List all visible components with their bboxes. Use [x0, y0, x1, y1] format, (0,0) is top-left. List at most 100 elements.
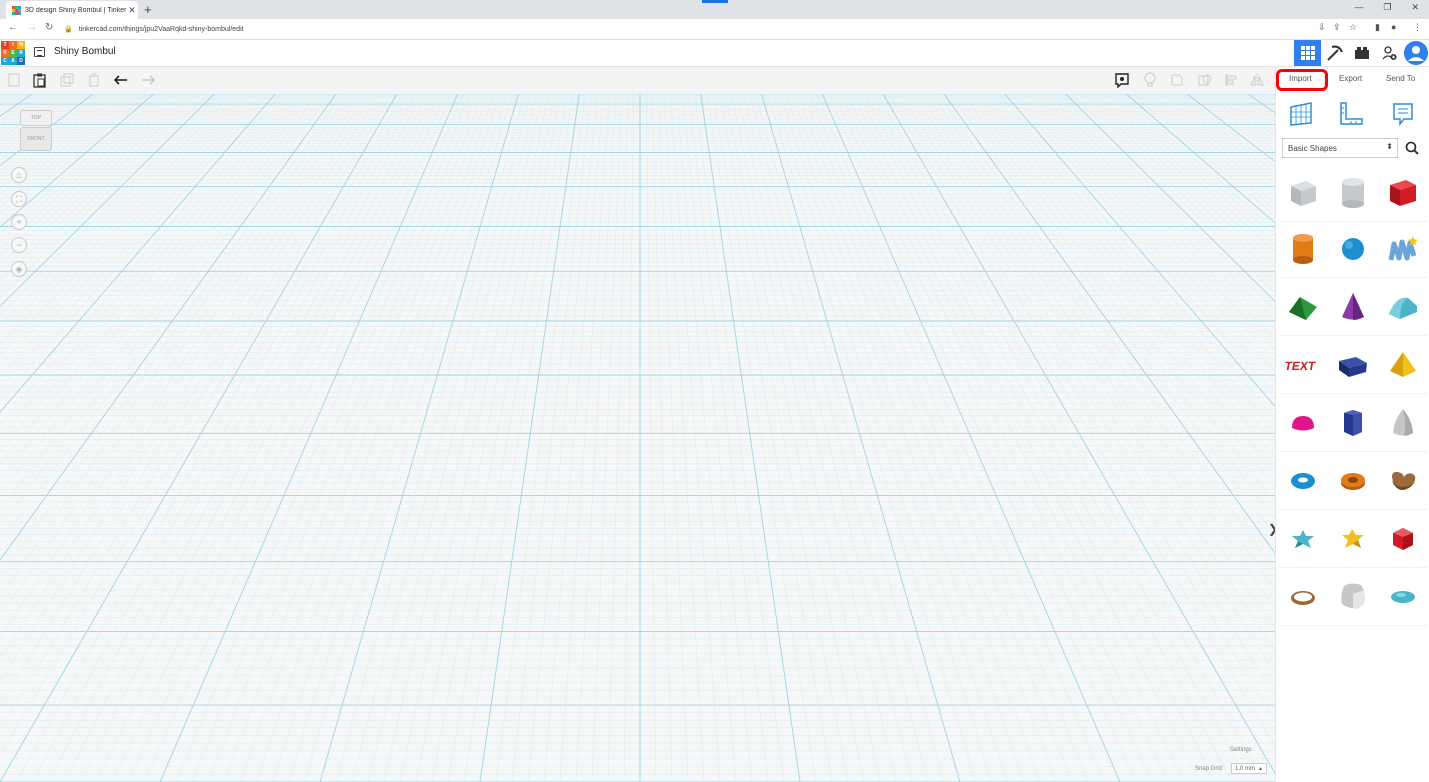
close-tab-icon[interactable]: ✕: [126, 5, 138, 16]
shape-wedge[interactable]: [1330, 337, 1376, 392]
delete-button[interactable]: [86, 72, 102, 88]
side-panel-icon[interactable]: ▮: [1375, 22, 1380, 33]
shape-box[interactable]: [1380, 165, 1426, 220]
half-sphere-icon: [1292, 415, 1314, 430]
ruler-tool-button[interactable]: [1338, 101, 1364, 127]
address-bar[interactable]: 🔒 tinkercad.com/things/jpu2VaaRqkd-shiny…: [64, 22, 1304, 36]
shape-half-sphere[interactable]: [1280, 395, 1326, 450]
cone-icon: [1342, 292, 1364, 320]
notes-tool-button[interactable]: [1390, 101, 1416, 127]
shape-text[interactable]: TEXT: [1280, 337, 1326, 392]
minimize-icon[interactable]: —: [1354, 2, 1363, 13]
share-icon[interactable]: ⇪: [1333, 22, 1341, 33]
shape-box-hole[interactable]: [1280, 165, 1326, 220]
shape-cylinder-hole[interactable]: [1330, 165, 1376, 220]
browser-toolbar: ← → ↻ 🔒 tinkercad.com/things/jpu2VaaRqkd…: [0, 19, 1429, 40]
import-button[interactable]: Import: [1289, 74, 1312, 83]
workplane-icon: [1290, 102, 1312, 126]
brick-icon: [1354, 47, 1369, 59]
align-button[interactable]: [1223, 72, 1239, 88]
shape-sphere[interactable]: [1330, 221, 1376, 276]
send-to-button[interactable]: Send To: [1386, 74, 1415, 83]
shape-shape-generator[interactable]: [1330, 569, 1376, 624]
home-view-icon[interactable]: ⌂: [11, 167, 27, 183]
shape-scribble[interactable]: [1380, 221, 1426, 276]
reload-icon[interactable]: ↻: [45, 22, 53, 33]
shape-star-gold[interactable]: [1330, 511, 1376, 566]
3d-view-button[interactable]: [1294, 40, 1321, 66]
light-button[interactable]: [1142, 72, 1158, 88]
design-menu-icon[interactable]: [34, 47, 45, 57]
mirror-button[interactable]: [1249, 72, 1265, 88]
align-icon: [1225, 74, 1237, 86]
tinkercad-logo[interactable]: T I N K E R C A D: [1, 41, 25, 65]
search-icon: [1405, 141, 1419, 155]
box-hole-icon: [1291, 180, 1316, 206]
paste-button[interactable]: [31, 72, 47, 88]
sphere-icon: [1342, 237, 1364, 260]
notes-button[interactable]: [1114, 72, 1130, 88]
shape-search-button[interactable]: [1398, 137, 1426, 159]
design-title[interactable]: Shiny Bombul: [54, 46, 116, 57]
shape-tube[interactable]: [1330, 453, 1376, 508]
blocks-view-button[interactable]: [1321, 40, 1348, 66]
zoom-out-icon[interactable]: −: [11, 237, 27, 253]
shape-ring[interactable]: [1280, 569, 1326, 624]
view-cube-front[interactable]: FRONT: [20, 127, 52, 151]
shape-star[interactable]: [1280, 511, 1326, 566]
add-user-icon: [1382, 46, 1396, 60]
install-icon[interactable]: ⇩: [1318, 22, 1326, 33]
workplane[interactable]: TOP FRONT ⌂ ⛶ + − ◈ Settings Snap Grid 1…: [0, 94, 1275, 782]
profile-icon[interactable]: ●: [1391, 22, 1396, 32]
shape-cone[interactable]: [1330, 279, 1376, 334]
close-window-icon[interactable]: ✕: [1411, 2, 1419, 13]
back-icon[interactable]: ←: [8, 22, 18, 33]
bookmark-star-icon[interactable]: ☆: [1349, 22, 1357, 33]
shape-cylinder[interactable]: [1280, 221, 1326, 276]
export-button[interactable]: Export: [1339, 74, 1362, 83]
new-tab-icon[interactable]: +: [144, 2, 152, 17]
workplane-tool-button[interactable]: [1288, 101, 1314, 127]
mirror-icon: [1250, 74, 1264, 86]
shape-row-divider: [1280, 451, 1427, 452]
shape-paraboloid[interactable]: [1380, 395, 1426, 450]
pyramid-icon: [1390, 351, 1416, 377]
lock-icon: 🔒: [64, 26, 73, 33]
perspective-icon[interactable]: ◈: [11, 261, 27, 277]
shape-pyramid[interactable]: [1380, 337, 1426, 392]
fit-view-icon[interactable]: ⛶: [11, 191, 27, 207]
browser-menu-icon[interactable]: ⋮: [1413, 22, 1422, 33]
settings-link[interactable]: Settings: [1230, 747, 1252, 753]
shape-ellipsoid[interactable]: [1380, 569, 1426, 624]
undo-button[interactable]: [113, 72, 129, 88]
invite-user-button[interactable]: [1375, 40, 1402, 66]
forward-icon[interactable]: →: [27, 22, 37, 33]
tab-strip-indicator: [702, 0, 728, 3]
shape-torus[interactable]: [1280, 453, 1326, 508]
select-arrows-icon: ⬍: [1386, 142, 1393, 151]
shape-category-select[interactable]: Basic Shapes ⬍: [1282, 138, 1398, 158]
group-button[interactable]: [1197, 72, 1213, 88]
copy-button[interactable]: [6, 72, 22, 88]
bricks-view-button[interactable]: [1348, 40, 1375, 66]
redo-button[interactable]: [140, 72, 156, 88]
view-cube-top[interactable]: TOP: [20, 110, 52, 126]
restore-icon[interactable]: ❐: [1383, 2, 1391, 13]
shape-round-roof[interactable]: [1380, 279, 1426, 334]
browser-tab[interactable]: 3D design Shiny Bombul | Tinker... ✕: [6, 1, 138, 19]
snap-grid-select[interactable]: 1.0 mm ▴: [1231, 763, 1267, 774]
shape-row-divider: [1280, 221, 1427, 222]
shape-button[interactable]: [1169, 72, 1185, 88]
shape-polygon[interactable]: [1330, 395, 1376, 450]
shape-generator-icon: [1341, 583, 1365, 609]
shape-heart[interactable]: [1380, 453, 1426, 508]
collapse-panel-icon[interactable]: ❯: [1268, 522, 1275, 536]
view-cube[interactable]: TOP FRONT: [17, 110, 53, 151]
account-avatar[interactable]: [1402, 40, 1429, 66]
shape-icosahedron[interactable]: [1380, 511, 1426, 566]
chevron-up-icon: ▴: [1259, 766, 1263, 772]
duplicate-button[interactable]: [59, 72, 75, 88]
zoom-in-icon[interactable]: +: [11, 214, 27, 230]
shape-roof[interactable]: [1280, 279, 1326, 334]
cylinder-icon: [1293, 233, 1313, 264]
